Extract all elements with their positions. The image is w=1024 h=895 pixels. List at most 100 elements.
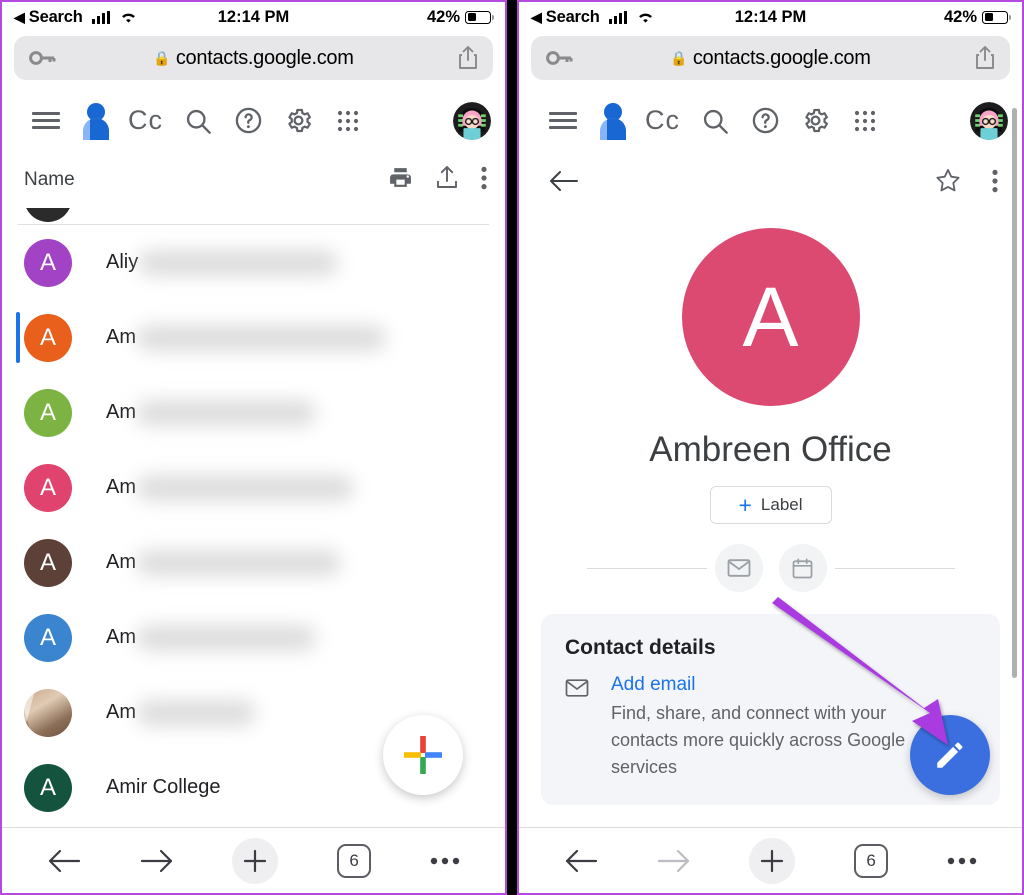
browser-back-button[interactable] bbox=[564, 848, 598, 874]
browser-back-button[interactable] bbox=[47, 848, 81, 874]
lock-icon: 🔒 bbox=[670, 49, 688, 66]
url-text: contacts.google.com bbox=[175, 46, 354, 69]
signal-bars-icon bbox=[608, 10, 628, 24]
address-bar[interactable]: 🔒 contacts.google.com bbox=[14, 36, 493, 80]
browser-more-button[interactable] bbox=[947, 857, 977, 865]
back-triangle-icon: ◀ bbox=[531, 8, 542, 25]
calendar-icon[interactable] bbox=[778, 544, 827, 592]
url-bar-container-right: 🔒 contacts.google.com bbox=[519, 32, 1022, 90]
contacts-person-icon[interactable] bbox=[585, 100, 641, 142]
tab-count-button[interactable]: 6 bbox=[337, 843, 372, 878]
help-icon[interactable] bbox=[223, 99, 273, 143]
battery-icon bbox=[465, 10, 494, 24]
card-description: Find, share, and connect with your conta… bbox=[611, 703, 906, 777]
list-item[interactable]: A Am bbox=[2, 525, 505, 600]
list-item[interactable]: A Am bbox=[2, 600, 505, 675]
share-icon[interactable] bbox=[974, 45, 996, 71]
tab-count-button[interactable]: 6 bbox=[854, 843, 889, 878]
create-contact-fab[interactable] bbox=[383, 715, 463, 795]
help-icon[interactable] bbox=[740, 99, 790, 143]
battery-percent: 42% bbox=[426, 7, 460, 26]
password-key-icon[interactable] bbox=[545, 49, 575, 67]
contact-name: Am bbox=[106, 474, 354, 501]
email-icon bbox=[565, 674, 589, 781]
redaction-blur bbox=[138, 249, 339, 276]
avatar: A bbox=[24, 313, 72, 362]
contact-name: Am bbox=[106, 324, 386, 351]
contacts-list-page: Cc Name A Aliy A Am A Am A Am A Am A Am … bbox=[2, 90, 505, 845]
edit-contact-fab[interactable] bbox=[910, 715, 990, 795]
url-text: contacts.google.com bbox=[692, 46, 871, 69]
status-back-to-search[interactable]: ◀ Search bbox=[531, 8, 654, 27]
share-icon[interactable] bbox=[457, 45, 479, 71]
password-key-icon[interactable] bbox=[28, 49, 58, 67]
new-tab-button[interactable] bbox=[749, 837, 796, 884]
browser-toolbar-right: 6 bbox=[519, 827, 1022, 893]
battery-percent: 42% bbox=[943, 7, 977, 26]
favorite-star-icon[interactable] bbox=[934, 167, 962, 199]
back-triangle-icon: ◀ bbox=[14, 8, 25, 25]
detail-toolbar bbox=[519, 152, 1022, 214]
browser-toolbar-left: 6 bbox=[2, 827, 505, 893]
menu-icon[interactable] bbox=[24, 107, 68, 133]
contact-avatar-large: A bbox=[681, 228, 860, 406]
account-avatar[interactable] bbox=[970, 101, 1008, 140]
settings-gear-icon[interactable] bbox=[790, 99, 840, 143]
search-icon[interactable] bbox=[173, 99, 223, 143]
avatar: A bbox=[24, 463, 72, 512]
redaction-blur bbox=[136, 624, 316, 651]
browser-forward-button[interactable] bbox=[140, 848, 174, 874]
email-icon[interactable] bbox=[714, 544, 763, 592]
add-label-button[interactable]: + Label bbox=[709, 486, 832, 524]
selected-indicator bbox=[16, 312, 20, 363]
add-email-link[interactable]: Add email bbox=[611, 674, 941, 696]
card-title: Contact details bbox=[565, 636, 716, 659]
account-avatar[interactable] bbox=[453, 101, 491, 140]
browser-more-button[interactable] bbox=[430, 857, 460, 865]
back-arrow-icon[interactable] bbox=[549, 169, 579, 198]
status-back-label: Search bbox=[28, 7, 83, 26]
redaction-blur bbox=[136, 474, 354, 501]
list-item[interactable]: A Am bbox=[2, 300, 505, 375]
export-upload-icon[interactable] bbox=[435, 165, 459, 195]
left-phone-panel: ◀ Search 12:14 PM 42% 🔒 contacts.google.… bbox=[0, 0, 507, 895]
status-bar-left: ◀ Search 12:14 PM 42% bbox=[2, 2, 505, 32]
address-bar[interactable]: 🔒 contacts.google.com bbox=[531, 36, 1010, 80]
google-contacts-header: Cc bbox=[519, 90, 1022, 152]
menu-icon[interactable] bbox=[541, 107, 585, 133]
avatar: A bbox=[24, 763, 72, 812]
right-phone-panel: ◀ Search 12:14 PM 42% 🔒 contacts.google.… bbox=[517, 0, 1024, 895]
avatar: A bbox=[24, 388, 72, 437]
more-options-icon[interactable] bbox=[481, 166, 487, 195]
status-bar-right: ◀ Search 12:14 PM 42% bbox=[519, 2, 1022, 32]
redaction-blur bbox=[136, 324, 386, 351]
settings-gear-icon[interactable] bbox=[273, 99, 323, 143]
contact-name: Am bbox=[106, 624, 316, 651]
list-item[interactable] bbox=[2, 208, 505, 224]
redaction-blur bbox=[136, 399, 316, 426]
plus-icon: + bbox=[738, 491, 752, 518]
list-item[interactable]: A Am bbox=[2, 375, 505, 450]
contact-name: Am bbox=[106, 549, 341, 576]
new-tab-button[interactable] bbox=[232, 837, 279, 884]
apps-grid-icon[interactable] bbox=[840, 99, 890, 143]
page-scrollbar[interactable] bbox=[1012, 108, 1017, 678]
list-item[interactable]: A Aliy bbox=[2, 225, 505, 300]
more-options-icon[interactable] bbox=[992, 169, 998, 198]
redaction-blur bbox=[136, 699, 256, 726]
status-back-to-search[interactable]: ◀ Search bbox=[14, 8, 137, 27]
contact-name: Aliy bbox=[106, 249, 339, 276]
divider-left bbox=[586, 567, 707, 569]
search-icon[interactable] bbox=[690, 99, 740, 143]
redaction-blur bbox=[136, 549, 341, 576]
contacts-person-icon[interactable] bbox=[68, 100, 124, 142]
contact-name: Amir College bbox=[106, 776, 221, 798]
print-icon[interactable] bbox=[388, 165, 413, 195]
battery-icon bbox=[982, 10, 1011, 24]
dual-phone-screenshot: ◀ Search 12:14 PM 42% 🔒 contacts.google.… bbox=[0, 0, 1024, 895]
apps-grid-icon[interactable] bbox=[323, 99, 373, 143]
contact-name: Am bbox=[106, 699, 256, 726]
avatar bbox=[24, 208, 72, 222]
url-bar-container-left: 🔒 contacts.google.com bbox=[2, 32, 505, 90]
list-item[interactable]: A Am bbox=[2, 450, 505, 525]
